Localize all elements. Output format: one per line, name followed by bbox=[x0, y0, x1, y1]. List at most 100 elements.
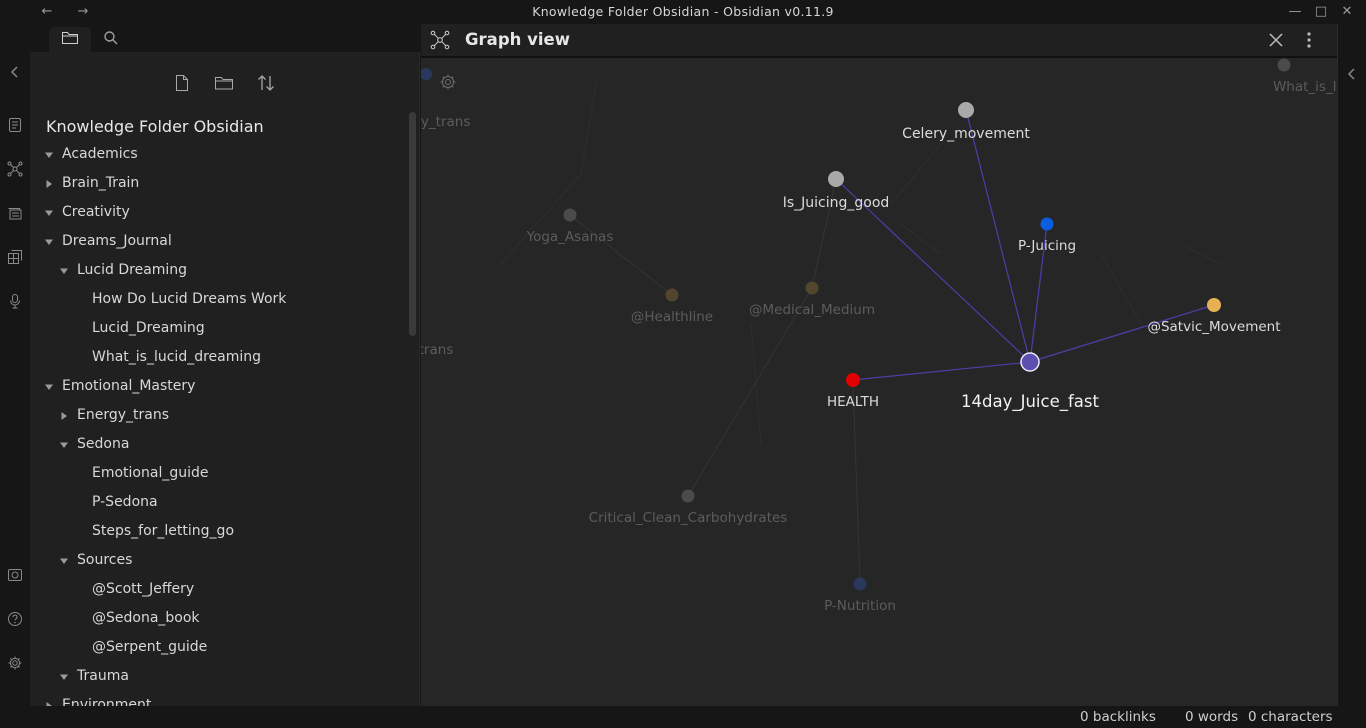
graph-node-health[interactable] bbox=[846, 373, 860, 387]
folder-item[interactable]: Sources bbox=[30, 546, 408, 575]
file-item[interactable]: What_is_lucid_dreaming bbox=[30, 343, 408, 372]
graph-node-pnutrition[interactable] bbox=[853, 577, 867, 591]
tree-item-label: Lucid_Dreaming bbox=[92, 320, 205, 336]
new-note-icon[interactable] bbox=[169, 70, 195, 96]
window-title: Knowledge Folder Obsidian - Obsidian v0.… bbox=[532, 4, 834, 19]
folder-item[interactable]: Trauma bbox=[30, 662, 408, 691]
graph-node-label: Celery_movement bbox=[902, 126, 1030, 142]
graph-faint-edge bbox=[1100, 253, 1142, 325]
graph-node-label: Yoga_Asanas bbox=[526, 229, 614, 245]
graph-faint-edge bbox=[569, 214, 673, 296]
new-folder-icon[interactable] bbox=[211, 70, 237, 96]
graph-node-celery[interactable] bbox=[958, 102, 974, 118]
sidebar-tabs bbox=[30, 24, 420, 52]
tree-item-label: Lucid Dreaming bbox=[77, 262, 188, 278]
graph-node-healthline[interactable] bbox=[665, 288, 679, 302]
settings-gear-icon[interactable] bbox=[4, 652, 26, 674]
folder-icon bbox=[61, 30, 79, 50]
folder-item[interactable]: Brain_Train bbox=[30, 169, 408, 198]
file-item[interactable]: @Serpent_guide bbox=[30, 633, 408, 662]
file-item[interactable]: @Scott_Jeffery bbox=[30, 575, 408, 604]
graph-node-lucid[interactable] bbox=[1277, 58, 1291, 72]
file-item[interactable]: Emotional_guide bbox=[30, 459, 408, 488]
caret-down-icon[interactable] bbox=[59, 672, 69, 682]
graph-node-yoga[interactable] bbox=[563, 208, 577, 222]
graph-node-label: Is_Juicing_good bbox=[783, 195, 890, 211]
graph-edge bbox=[852, 361, 1031, 381]
caret-right-icon[interactable] bbox=[44, 179, 54, 189]
graph-node-energy[interactable] bbox=[421, 68, 432, 80]
title-bar: ← → Knowledge Folder Obsidian - Obsidian… bbox=[0, 0, 1366, 24]
graph-node-label: @Satvic_Movement bbox=[1147, 319, 1280, 335]
folder-item[interactable]: Environment bbox=[30, 691, 408, 706]
close-window-icon[interactable]: ✕ bbox=[1336, 2, 1358, 22]
graph-node-juice[interactable] bbox=[1020, 352, 1040, 372]
tree-item-label: Environment bbox=[62, 697, 152, 706]
folder-item[interactable]: Sedona bbox=[30, 430, 408, 459]
file-item[interactable]: @Sedona_book bbox=[30, 604, 408, 633]
expand-right-chevron-icon[interactable] bbox=[1346, 66, 1358, 85]
graph-edge bbox=[965, 109, 1031, 363]
file-item[interactable]: How Do Lucid Dreams Work bbox=[30, 285, 408, 314]
tree-item-label: Brain_Train bbox=[62, 175, 140, 191]
caret-right-icon[interactable] bbox=[59, 411, 69, 421]
more-options-icon[interactable] bbox=[1305, 31, 1313, 53]
graph-faint-edge bbox=[750, 323, 762, 445]
sidebar-scrollbar[interactable] bbox=[409, 112, 416, 336]
microphone-icon[interactable] bbox=[4, 290, 26, 312]
folder-item[interactable]: Dreams_Journal bbox=[30, 227, 408, 256]
tree-item-label: Creativity bbox=[62, 204, 130, 220]
tree-item-label: Trauma bbox=[77, 668, 129, 684]
graph-node-critical[interactable] bbox=[681, 489, 695, 503]
caret-down-icon[interactable] bbox=[59, 266, 69, 276]
graph-settings-gear-icon[interactable] bbox=[439, 73, 457, 95]
graph-canvas[interactable]: 14day_Juice_fast Celery_movement Is_Juicin… bbox=[421, 24, 1337, 706]
graph-node-label: P-Juicing bbox=[1018, 238, 1076, 254]
caret-down-icon[interactable] bbox=[59, 440, 69, 450]
tab-file-explorer[interactable] bbox=[49, 27, 91, 52]
file-item[interactable]: P-Sedona bbox=[30, 488, 408, 517]
file-item[interactable]: Steps_for_letting_go bbox=[30, 517, 408, 546]
folder-item[interactable]: Creativity bbox=[30, 198, 408, 227]
vault-switcher-icon[interactable] bbox=[4, 564, 26, 586]
tree-item-label: P-Sedona bbox=[92, 494, 158, 510]
templates-grid-icon[interactable] bbox=[4, 246, 26, 268]
folder-item[interactable]: Energy_trans bbox=[30, 401, 408, 430]
caret-down-icon[interactable] bbox=[44, 150, 54, 160]
graph-view-icon[interactable] bbox=[4, 158, 26, 180]
file-tree: Academics Brain_Train Creativity Dreams_Jou… bbox=[30, 140, 408, 706]
folder-item[interactable]: Academics bbox=[30, 140, 408, 169]
tree-item-label: What_is_lucid_dreaming bbox=[92, 349, 262, 365]
caret-down-icon[interactable] bbox=[59, 556, 69, 566]
tree-item-label: Emotional_Mastery bbox=[62, 378, 196, 394]
file-item[interactable]: Lucid_Dreaming bbox=[30, 314, 408, 343]
tree-item-label: @Scott_Jeffery bbox=[92, 581, 195, 597]
graph-node-label: P-Nutrition bbox=[824, 598, 896, 614]
file-explorer-sidebar: Knowledge Folder Obsidian Academics Brain… bbox=[30, 24, 420, 706]
backlinks-count[interactable]: 0 backlinks bbox=[1080, 709, 1156, 725]
graph-faint-edge bbox=[890, 143, 942, 205]
left-ribbon bbox=[0, 24, 30, 706]
quick-switcher-icon[interactable] bbox=[4, 114, 26, 136]
graph-node-isjuicing[interactable] bbox=[828, 171, 844, 187]
maximize-icon[interactable]: □ bbox=[1310, 2, 1332, 22]
tab-search[interactable] bbox=[90, 27, 132, 52]
open-daily-note-icon[interactable] bbox=[4, 202, 26, 224]
caret-down-icon[interactable] bbox=[44, 237, 54, 247]
folder-item[interactable]: Emotional_Mastery bbox=[30, 372, 408, 401]
tree-item-label: How Do Lucid Dreams Work bbox=[92, 291, 287, 307]
close-pane-icon[interactable] bbox=[1268, 32, 1284, 52]
sort-order-icon[interactable] bbox=[253, 70, 279, 96]
graph-node-medical[interactable] bbox=[805, 281, 819, 295]
caret-down-icon[interactable] bbox=[44, 208, 54, 218]
minimize-icon[interactable]: — bbox=[1284, 2, 1306, 22]
folder-item[interactable]: Lucid Dreaming bbox=[30, 256, 408, 285]
graph-view-header: Graph view bbox=[421, 24, 1337, 58]
tree-item-label: @Sedona_book bbox=[92, 610, 200, 626]
help-icon[interactable] bbox=[4, 608, 26, 630]
graph-node-pjuicing[interactable] bbox=[1040, 217, 1054, 231]
caret-down-icon[interactable] bbox=[44, 382, 54, 392]
collapse-left-chevron-icon[interactable] bbox=[4, 61, 26, 83]
tree-item-label: Steps_for_letting_go bbox=[92, 523, 235, 539]
graph-node-satvic[interactable] bbox=[1207, 298, 1221, 312]
